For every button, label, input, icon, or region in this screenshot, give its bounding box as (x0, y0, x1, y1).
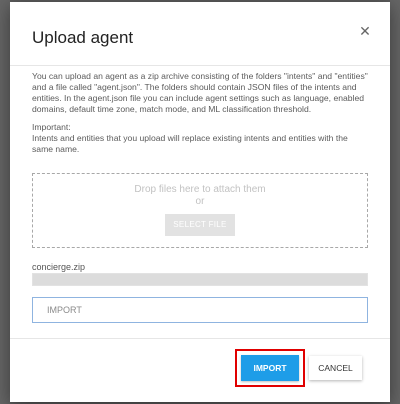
upload-agent-dialog: Upload agent ✕ You can upload an agent a… (10, 2, 390, 402)
close-icon[interactable]: ✕ (358, 24, 372, 38)
description-text: You can upload an agent as a zip archive… (32, 71, 368, 114)
dialog-footer: IMPORT CANCEL (10, 338, 390, 402)
important-text: Intents and entities that you upload wil… (32, 133, 348, 154)
uploaded-file-name: concierge.zip (32, 262, 86, 272)
backdrop-right (390, 0, 400, 404)
dialog-title: Upload agent (32, 28, 134, 47)
backdrop-left (0, 0, 10, 404)
select-file-button[interactable]: SELECT FILE (165, 214, 235, 236)
file-progress-bar (32, 273, 368, 286)
file-dropzone[interactable]: Drop files here to attach them or SELECT… (32, 173, 368, 248)
important-label: Important: (32, 122, 71, 132)
file-progress-fill (33, 274, 367, 285)
import-button[interactable]: IMPORT (241, 355, 299, 381)
dialog-header: Upload agent ✕ (10, 2, 390, 66)
drop-or-text: or (195, 196, 205, 207)
cancel-button[interactable]: CANCEL (309, 356, 362, 380)
import-field[interactable]: IMPORT (32, 297, 368, 323)
drop-files-text: Drop files here to attach them (134, 184, 266, 195)
dialog-body: You can upload an agent as a zip archive… (32, 71, 368, 155)
